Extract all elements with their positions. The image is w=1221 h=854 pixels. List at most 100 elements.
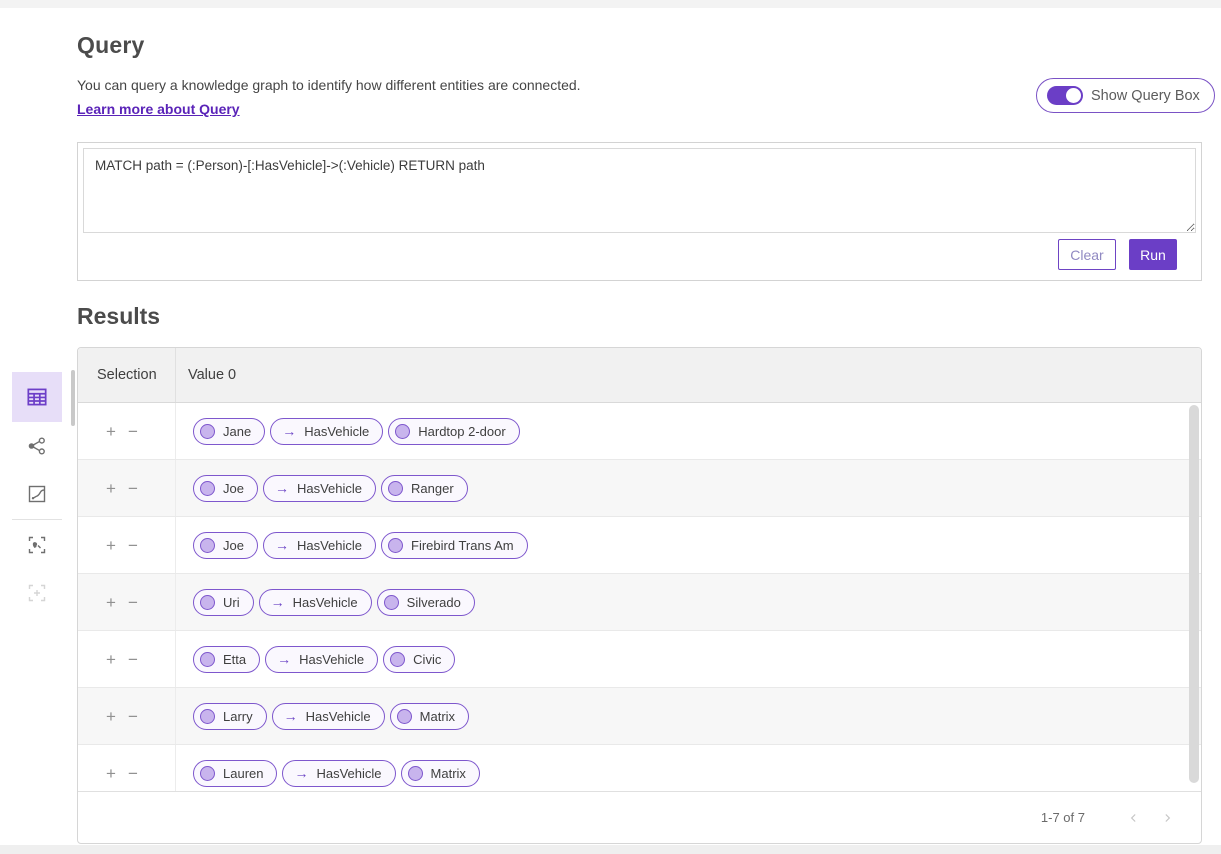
node-pill[interactable]: Joe — [193, 475, 258, 502]
chevron-left-icon — [1127, 811, 1141, 825]
pagination-prev-button[interactable] — [1124, 808, 1144, 828]
node-pill-label: Matrix — [420, 709, 455, 724]
node-pill[interactable]: Silverado — [377, 589, 475, 616]
table-row: +− Etta →HasVehicleCivic — [78, 631, 1201, 688]
sidebar-scrollbar[interactable] — [71, 370, 75, 426]
node-pill[interactable]: Matrix — [401, 760, 480, 787]
chevron-right-icon — [1160, 811, 1174, 825]
expand-row-button[interactable]: + — [106, 480, 116, 497]
selection-cell: +− — [78, 403, 176, 459]
toggle-switch-icon[interactable] — [1047, 86, 1083, 105]
edge-pill[interactable]: →HasVehicle — [272, 703, 385, 730]
table-footer: 1-7 of 7 — [78, 791, 1201, 843]
results-title: Results — [77, 303, 160, 330]
expand-row-button[interactable]: + — [106, 537, 116, 554]
learn-more-link[interactable]: Learn more about Query — [77, 101, 240, 117]
sidebar-divider — [12, 519, 62, 520]
edge-arrow-icon: → — [277, 424, 296, 438]
node-pill-label: Ranger — [411, 481, 454, 496]
node-pill[interactable]: Ranger — [381, 475, 468, 502]
pagination-range-label: 1-7 of 7 — [1041, 810, 1085, 825]
edge-pill[interactable]: → HasVehicle — [263, 532, 376, 559]
expand-view-icon — [25, 581, 49, 605]
collapse-row-button[interactable]: − — [128, 594, 138, 611]
collapse-row-button[interactable]: − — [128, 651, 138, 668]
sidebar-item-table-view[interactable] — [12, 372, 62, 422]
page-title: Query — [77, 32, 144, 59]
node-circle-icon — [390, 652, 405, 667]
node-pill-label: Matrix — [431, 766, 466, 781]
node-pill[interactable]: Matrix — [390, 703, 469, 730]
node-circle-icon — [408, 766, 423, 781]
toggle-label: Show Query Box — [1091, 88, 1200, 104]
edge-pill[interactable]: →HasVehicle — [265, 646, 378, 673]
table-row: +− Larry →HasVehicle Matrix — [78, 688, 1201, 745]
expand-row-button[interactable]: + — [106, 765, 116, 782]
collapse-row-button[interactable]: − — [128, 423, 138, 440]
collapse-row-button[interactable]: − — [128, 537, 138, 554]
node-pill[interactable]: Etta — [193, 646, 260, 673]
edge-arrow-icon: → — [270, 538, 289, 552]
expand-row-button[interactable]: + — [106, 594, 116, 611]
node-circle-icon — [200, 424, 215, 439]
expand-row-button[interactable]: + — [106, 651, 116, 668]
selection-cell: +− — [78, 460, 176, 516]
query-panel: MATCH path = (:Person)-[:HasVehicle]->(:… — [77, 142, 1202, 281]
top-strip — [0, 0, 1221, 8]
selection-cell: +− — [78, 688, 176, 744]
node-pill[interactable]: Jane — [193, 418, 265, 445]
expand-row-button[interactable]: + — [106, 423, 116, 440]
node-circle-icon — [395, 424, 410, 439]
node-pill-label: Lauren — [223, 766, 263, 781]
edge-arrow-icon: → — [289, 766, 308, 780]
node-pill-label: Joe — [223, 481, 244, 496]
chart-view-icon — [25, 482, 49, 506]
node-pill-label: Larry — [223, 709, 253, 724]
clear-button[interactable]: Clear — [1058, 239, 1116, 270]
edge-pill[interactable]: →HasVehicle — [270, 418, 383, 445]
pagination-next-button[interactable] — [1157, 808, 1177, 828]
selection-cell: +− — [78, 574, 176, 630]
collapse-row-button[interactable]: − — [128, 480, 138, 497]
value-cell: Larry →HasVehicle Matrix — [176, 688, 1201, 744]
node-pill[interactable]: Lauren — [193, 760, 277, 787]
node-pill[interactable]: Larry — [193, 703, 267, 730]
table-scrollbar[interactable] — [1189, 405, 1199, 783]
node-pill[interactable]: Hardtop 2-door — [388, 418, 519, 445]
value-cell: Joe → HasVehicle Firebird Trans Am — [176, 517, 1201, 573]
node-circle-icon — [388, 538, 403, 553]
edge-pill-label: HasVehicle — [306, 709, 371, 724]
collapse-row-button[interactable]: − — [128, 708, 138, 725]
show-query-box-toggle[interactable]: Show Query Box — [1036, 78, 1215, 113]
node-pill-label: Firebird Trans Am — [411, 538, 514, 553]
run-button[interactable]: Run — [1129, 239, 1177, 270]
node-pill[interactable]: Uri — [193, 589, 254, 616]
graph-view-icon — [25, 434, 49, 458]
node-circle-icon — [384, 595, 399, 610]
edge-pill-label: HasVehicle — [316, 766, 381, 781]
edge-pill-label: HasVehicle — [297, 538, 362, 553]
node-pill[interactable]: Civic — [383, 646, 455, 673]
node-pill[interactable]: Joe — [193, 532, 258, 559]
expand-row-button[interactable]: + — [106, 708, 116, 725]
edge-pill[interactable]: →HasVehicle — [259, 589, 372, 616]
selection-cell: +− — [78, 745, 176, 791]
node-pill-label: Etta — [223, 652, 246, 667]
map-view-icon — [25, 533, 49, 557]
node-pill[interactable]: Firebird Trans Am — [381, 532, 528, 559]
edge-pill[interactable]: →HasVehicle — [263, 475, 376, 502]
node-pill-label: Joe — [223, 538, 244, 553]
table-row: +− Lauren → HasVehicle Matrix — [78, 745, 1201, 791]
node-circle-icon — [388, 481, 403, 496]
edge-pill[interactable]: → HasVehicle — [282, 760, 395, 787]
table-view-icon — [24, 384, 50, 410]
query-buttons: Clear Run — [1058, 239, 1177, 270]
sidebar-item-chart-view[interactable] — [12, 470, 62, 518]
collapse-row-button[interactable]: − — [128, 765, 138, 782]
query-input[interactable]: MATCH path = (:Person)-[:HasVehicle]->(:… — [83, 148, 1196, 233]
results-table: Selection Value 0 +−Jane→HasVehicleHardt… — [77, 347, 1202, 844]
sidebar-item-graph-view[interactable] — [12, 422, 62, 470]
table-row: +− Jane→HasVehicleHardtop 2-door — [78, 403, 1201, 460]
node-circle-icon — [200, 595, 215, 610]
sidebar-item-map-view[interactable] — [12, 521, 62, 569]
